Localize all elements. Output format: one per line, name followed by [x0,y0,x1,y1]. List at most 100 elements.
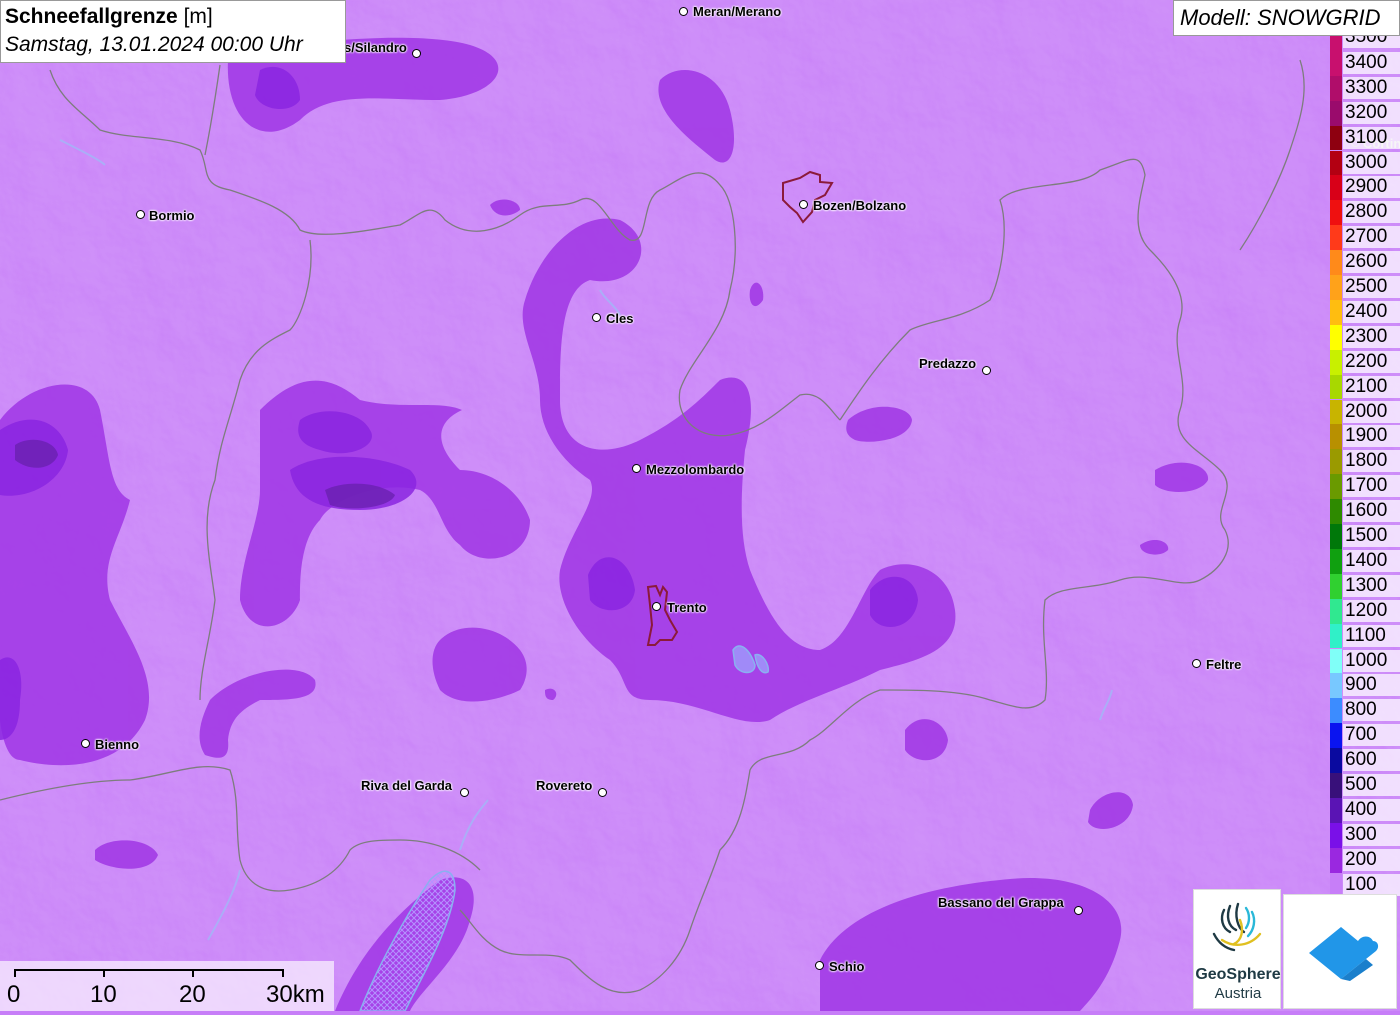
legend-swatch [1330,548,1342,574]
legend-swatch [1330,324,1342,350]
map-title: Schneefallgrenze [m] [5,3,341,31]
legend-label: 2300 [1343,325,1400,348]
city-label-silandro: s/Silandro [344,40,407,55]
legend-swatch [1330,499,1342,524]
city-label-meran: Meran/Merano [693,4,782,19]
legend-label: 1000 [1343,649,1400,672]
city-marker [815,961,824,970]
legend-label: 3300 [1343,76,1400,99]
legend-label: 1200 [1343,599,1400,622]
city-marker [460,788,469,797]
austria-text: Austria [1214,985,1262,1002]
legend-label: 2900 [1343,176,1400,199]
map-title-box: Schneefallgrenze [m] Samstag, 13.01.2024… [0,0,346,63]
legend-swatch [1330,648,1342,674]
city-marker [592,313,601,322]
legend-swatch [1330,349,1342,375]
legend-label: 1100 [1343,624,1400,647]
legend-label: 3200 [1343,101,1400,124]
legend-label: 3100 [1343,126,1400,149]
scale-tick [103,969,105,977]
legend-label: 1600 [1343,500,1400,523]
legend-swatch [1330,723,1342,749]
legend-swatch [1330,200,1342,226]
legend-label: 2600 [1343,251,1400,274]
legend-swatch [1330,573,1342,599]
legend-label: 2400 [1343,300,1400,323]
legend-swatch [1330,673,1342,699]
city-label-bolzano: Bozen/Bolzano [813,198,907,213]
legend-swatch [1330,524,1342,549]
legend-swatch [1330,125,1342,151]
legend-swatch [1330,399,1342,425]
legend-label: 200 [1343,848,1400,871]
model-label: Modell: SNOWGRID [1173,0,1400,36]
legend-label: 1800 [1343,450,1400,473]
legend-swatch [1330,374,1342,400]
parameter-name: Schneefallgrenze [5,5,178,28]
scale-label-0: 0 [7,981,21,1008]
city-label-schio: Schio [829,959,865,974]
legend-label: 1500 [1343,525,1400,547]
city-marker [81,739,90,748]
legend-label: 2500 [1343,276,1400,298]
city-label-bassano: Bassano del Grappa [938,895,1064,910]
city-marker [598,788,607,797]
legend-label: 1300 [1343,574,1400,597]
scale-line [15,969,283,971]
legend-swatch [1330,797,1342,823]
geosphere-text: GeoSphere [1195,966,1281,983]
legend-swatch [1330,449,1342,475]
map-datetime: Samstag, 13.01.2024 00:00 Uhr [5,33,303,56]
city-marker [632,464,641,473]
legend-label: 300 [1343,823,1400,846]
legend-swatch [1330,75,1342,101]
legend-label: 2000 [1343,400,1400,423]
legend-swatch [1330,748,1342,773]
city-label-trento: Trento [667,600,707,615]
scale-label-20: 20 [179,981,206,1008]
city-label-riva: Riva del Garda [361,778,453,793]
city-marker [679,7,688,16]
legend-swatch [1330,773,1342,798]
app-logo[interactable] [1283,894,1397,1009]
legend-label: 3000 [1343,151,1400,174]
legend-label: 400 [1343,798,1400,821]
legend-label: 1900 [1343,425,1400,448]
city-label-cles: Cles [606,311,634,326]
city-label-rovereto: Rovereto [536,778,593,793]
city-marker [652,602,661,611]
legend-label: 3400 [1343,51,1400,74]
color-legend: 3500 3400 3300 3200 3100 3000 2900 2800 2700 2600… [1330,36,1400,898]
legend-swatch [1330,424,1342,450]
legend-label: 1400 [1343,549,1400,572]
legend-swatch [1330,50,1342,76]
city-label-predazzo: Predazzo [919,356,977,371]
city-marker [982,366,991,375]
legend-swatch [1330,275,1342,300]
legend-swatch [1330,299,1342,325]
legend-swatch [1330,150,1342,176]
scale-label-10: 10 [90,981,117,1008]
legend-label: 100 [1343,873,1400,896]
city-marker [136,210,145,219]
legend-swatch [1330,822,1342,848]
scale-tick [192,969,194,977]
legend-swatch [1330,36,1342,51]
geosphere-austria-logo[interactable]: GeoSphere Austria [1193,889,1281,1009]
legend-label: 2800 [1343,201,1400,224]
legend-swatch [1330,623,1342,649]
city-label-mezzolombardo: Mezzolombardo [646,462,745,477]
legend-label: 2200 [1343,350,1400,373]
legend-swatch [1330,100,1342,126]
legend-label: 500 [1343,774,1400,796]
city-label-feltre: Feltre [1206,657,1242,672]
legend-label: 700 [1343,724,1400,747]
scale-tick [282,969,284,977]
legend-swatch [1330,847,1342,873]
snowfall-map[interactable] [0,0,1400,1011]
geosphere-icon [1212,902,1262,952]
scale-label-30km: 30km [266,981,325,1008]
parameter-unit: [m] [183,5,213,28]
scale-tick [14,969,16,977]
